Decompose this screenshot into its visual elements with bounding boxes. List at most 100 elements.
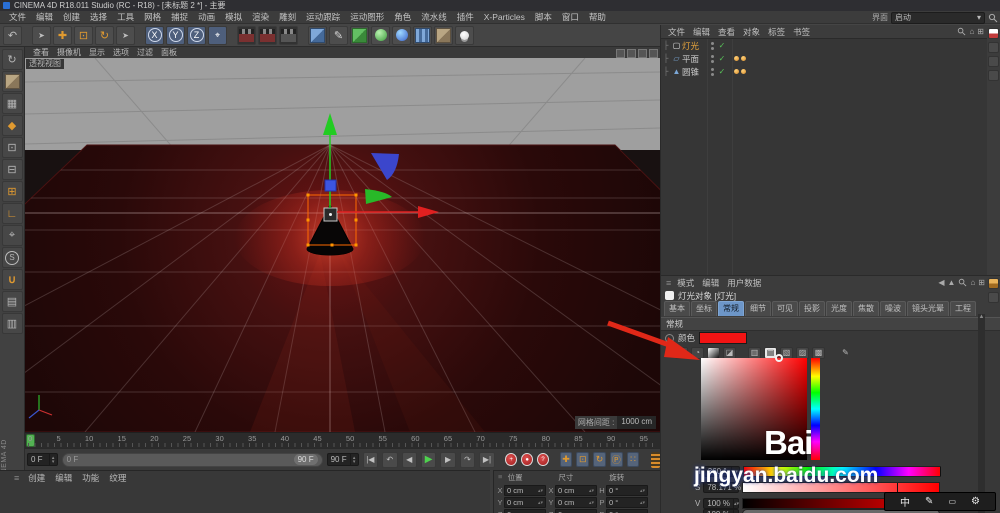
attribute-tab[interactable]: 投影 xyxy=(799,301,825,316)
value-field[interactable]: 100 % ▴▾ xyxy=(703,498,740,509)
object-name[interactable]: 灯光 xyxy=(682,40,708,52)
object-row[interactable]: ├ ▱ 平面 ✓ xyxy=(661,52,987,65)
workplane-align-button[interactable]: ▥ xyxy=(1,313,23,334)
viewport-menu-item[interactable]: 选项 xyxy=(109,47,133,58)
object-menu-item[interactable]: 标签 xyxy=(764,26,789,38)
attribute-tab[interactable]: 细节 xyxy=(745,301,771,316)
ime-language-indicator[interactable]: 中 xyxy=(900,494,910,509)
light-button[interactable] xyxy=(455,25,474,45)
next-key-button[interactable]: ↷ xyxy=(459,451,476,468)
model-mode-button[interactable] xyxy=(1,71,23,92)
material-menu-item[interactable]: 创建 xyxy=(23,472,50,484)
range-end-box[interactable]: 90 F xyxy=(293,454,318,465)
sv-marker[interactable] xyxy=(775,354,783,362)
enabled-check-icon[interactable]: ✓ xyxy=(716,41,728,50)
end-frame-field[interactable]: 90 F ▴ ▾ xyxy=(326,453,359,466)
viewport-filter-button[interactable]: ⌖ xyxy=(1,225,23,246)
coordinate-system-button[interactable]: ⌖ xyxy=(208,25,227,45)
render-picture-viewer-button[interactable] xyxy=(258,25,277,45)
attribute-tab[interactable]: 镜头光晕 xyxy=(907,301,949,316)
attribute-tab[interactable]: 基本 xyxy=(664,301,690,316)
next-frame-button[interactable]: ▶ xyxy=(440,451,456,468)
home-icon[interactable]: ⌂ xyxy=(970,278,975,287)
menu-item[interactable]: X-Particles xyxy=(479,12,530,22)
dock-tab-objects[interactable] xyxy=(987,28,999,39)
menu-item[interactable]: 工具 xyxy=(112,11,139,23)
spectrum-mode-5-icon[interactable]: ▩ xyxy=(812,346,825,359)
attribute-tab[interactable]: 光度 xyxy=(826,301,852,316)
viewport-maximize-icon[interactable] xyxy=(649,49,658,58)
attribute-menu-item[interactable]: 编辑 xyxy=(698,277,723,289)
menu-item[interactable]: 渲染 xyxy=(247,11,274,23)
menu-item[interactable]: 角色 xyxy=(389,11,416,23)
viewport-zoom-icon[interactable] xyxy=(627,49,636,58)
object-menu-item[interactable]: 文件 xyxy=(664,26,689,38)
home-icon[interactable]: ⌂ xyxy=(969,27,974,36)
menu-item[interactable]: 脚本 xyxy=(530,11,557,23)
eyedropper-icon[interactable]: ✎ xyxy=(839,347,852,359)
attribute-menu-item[interactable]: 模式 xyxy=(673,277,698,289)
viewport-menu-item[interactable]: 面板 xyxy=(157,47,181,58)
menu-item[interactable]: 运动图形 xyxy=(345,11,389,23)
menu-item[interactable]: 窗口 xyxy=(557,11,584,23)
key-position-toggle[interactable]: ✚ xyxy=(559,452,573,467)
viewport-menu-item[interactable]: 显示 xyxy=(85,47,109,58)
material-menu-item[interactable]: 功能 xyxy=(77,472,104,484)
perspective-viewport[interactable]: 查看 摄像机 显示 选项 过滤 面板 透视视图 网格间距 :1000 cm xyxy=(25,47,660,432)
panel-icon[interactable]: ⊞ xyxy=(977,27,984,36)
play-button[interactable]: ▶ xyxy=(420,451,437,468)
search-icon[interactable] xyxy=(957,27,966,36)
menu-item[interactable]: 动画 xyxy=(193,11,220,23)
camera-button[interactable] xyxy=(434,25,453,45)
attribute-menu-item[interactable]: 用户数据 xyxy=(723,277,765,289)
material-menu-item[interactable]: 编辑 xyxy=(50,472,77,484)
material-menu-item[interactable]: 纹理 xyxy=(104,472,131,484)
visibility-dots[interactable] xyxy=(708,67,716,76)
viewport-scene[interactable] xyxy=(25,58,660,432)
goto-end-button[interactable]: ▶| xyxy=(479,451,495,468)
attribute-tab[interactable]: 可见 xyxy=(772,301,798,316)
dock-tab-structure[interactable] xyxy=(987,70,999,81)
viewport-menu-item[interactable]: 查看 xyxy=(29,47,53,58)
menu-item[interactable]: 文件 xyxy=(4,11,31,23)
previous-key-button[interactable]: ↶ xyxy=(382,451,398,468)
snap-button[interactable]: S xyxy=(1,247,23,268)
object-row[interactable]: ├ ▲ 圆锥 ✓ xyxy=(661,65,987,78)
render-view-button[interactable] xyxy=(237,25,256,45)
parent-up-icon[interactable]: ▲ xyxy=(948,278,956,287)
object-menu-item[interactable]: 书签 xyxy=(789,26,814,38)
key-scale-toggle[interactable]: ⊡ xyxy=(576,452,590,467)
workplane-lock-button[interactable]: ▤ xyxy=(1,291,23,312)
current-frame-field[interactable]: 0 F ▴ ▾ xyxy=(27,453,58,466)
lock-x-button[interactable]: X xyxy=(145,25,164,45)
texture-mode-button[interactable]: ▦ xyxy=(1,93,23,114)
floor-button[interactable] xyxy=(413,25,432,45)
make-editable-button[interactable]: ↻ xyxy=(1,49,23,70)
enabled-check-icon[interactable]: ✓ xyxy=(716,54,728,63)
environment-button[interactable] xyxy=(392,25,411,45)
dock-tab-content[interactable] xyxy=(987,56,999,67)
attribute-tab[interactable]: 焦散 xyxy=(853,301,879,316)
undo-button[interactable]: ↶ xyxy=(3,25,22,45)
key-parameter-toggle[interactable]: Ⓟ xyxy=(609,452,623,467)
menu-item[interactable]: 帮助 xyxy=(584,11,611,23)
scale-tool[interactable]: ⊡ xyxy=(74,25,93,45)
menu-item[interactable]: 网格 xyxy=(139,11,166,23)
render-settings-button[interactable] xyxy=(279,25,298,45)
deformer-button[interactable] xyxy=(371,25,390,45)
enabled-check-icon[interactable]: ✓ xyxy=(716,67,728,76)
spectrum-mode-1-icon[interactable]: ▥ xyxy=(748,346,761,359)
object-tags[interactable] xyxy=(734,69,746,74)
dock-tab-takes[interactable] xyxy=(987,42,999,53)
rotation-field[interactable]: 0 °▴▾ xyxy=(606,509,648,513)
keyframe-selection-button[interactable]: ? xyxy=(537,453,549,466)
autokey-button[interactable]: ● xyxy=(521,453,534,466)
dock-tab-attributes[interactable] xyxy=(987,278,999,289)
ime-toolbar[interactable]: 中 ✎ ▭ ⚙ xyxy=(884,492,996,511)
spline-pen-button[interactable]: ✎ xyxy=(329,25,348,45)
search-icon[interactable] xyxy=(988,13,998,23)
add-cube-button[interactable] xyxy=(308,25,327,45)
position-field[interactable]: 0 cm▴▾ xyxy=(504,509,546,513)
search-icon[interactable] xyxy=(958,278,967,287)
viewport-rotate-icon[interactable] xyxy=(638,49,647,58)
